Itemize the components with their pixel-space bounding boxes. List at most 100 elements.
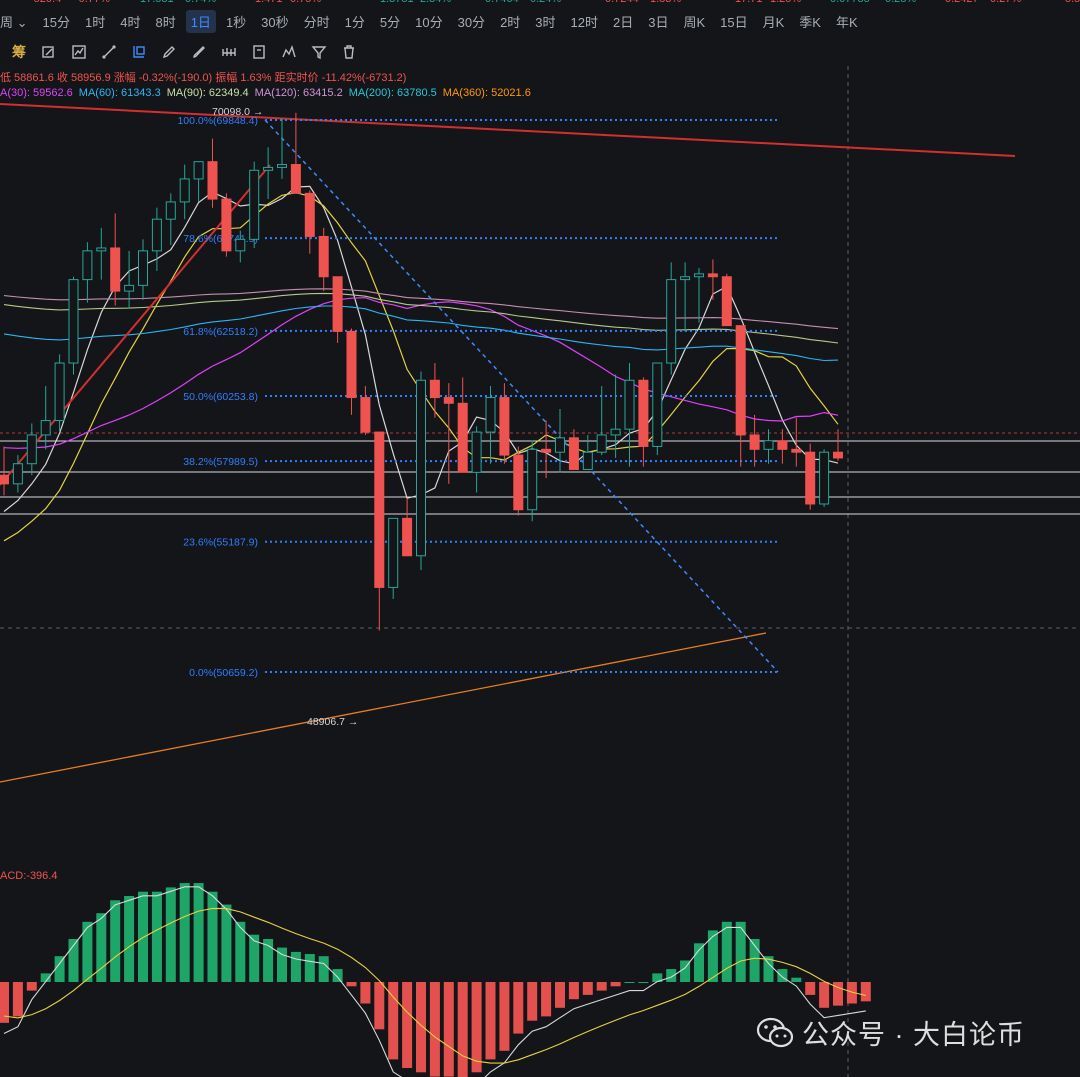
macd-bar <box>860 982 871 1002</box>
candle-body <box>568 437 579 470</box>
candle-body <box>735 325 746 436</box>
candle-body <box>151 218 162 252</box>
candle-body <box>707 273 718 278</box>
candle-body <box>541 448 552 453</box>
macd-bar <box>374 982 385 1030</box>
macd-bar <box>151 891 162 982</box>
macd-bar <box>193 883 204 982</box>
fib-level-label: 38.2%(57989.5) <box>183 456 258 468</box>
candle-body <box>318 235 329 278</box>
candle-body <box>582 451 593 470</box>
watermark-text: 公众号 · 大白论币 <box>802 1020 1025 1050</box>
candle-body <box>12 463 23 485</box>
candle-body <box>596 434 607 453</box>
high-price-label: 70098.0 → <box>212 106 263 118</box>
fib-level-label: 23.6%(55187.9) <box>183 537 258 549</box>
macd-bar <box>207 891 218 982</box>
macd-label: ACD:-396.4 <box>0 870 58 882</box>
macd-bar <box>429 982 440 1077</box>
candle-body <box>443 397 454 404</box>
candle-body <box>179 178 190 203</box>
macd-bar <box>485 982 496 1060</box>
candle-body <box>680 276 691 281</box>
candle-body <box>429 379 440 399</box>
ma-line-360 <box>0 632 767 783</box>
watermark: 公众号 · 大白论币 <box>756 1013 1025 1052</box>
fib-level-label: 61.8%(62518.2) <box>183 326 258 338</box>
candle-body <box>638 379 649 447</box>
fib-level-label: 50.0%(60253.8) <box>183 391 258 403</box>
candle-body <box>110 247 121 292</box>
candle-body <box>221 198 232 252</box>
candle-body <box>610 428 621 436</box>
macd-bar <box>332 969 343 982</box>
macd-bar <box>610 982 621 987</box>
candle-body <box>499 397 510 456</box>
candle-body <box>457 402 468 473</box>
macd-bar <box>777 969 788 982</box>
macd-bar <box>805 982 816 995</box>
candle-body <box>624 379 635 430</box>
macd-bar <box>346 982 357 987</box>
macd-bar <box>165 887 176 982</box>
macd-bar <box>499 982 510 1051</box>
macd-bar <box>582 982 593 995</box>
candle-body <box>360 397 371 433</box>
low-price-label: 48906.7 → <box>307 716 358 728</box>
macd-bar <box>596 982 607 991</box>
candle-body <box>652 362 663 447</box>
candle-body <box>249 169 260 240</box>
macd-bar <box>471 982 482 1073</box>
candle-body <box>749 434 760 450</box>
candle-body <box>124 284 135 292</box>
candle-body <box>0 474 9 485</box>
macd-bar <box>513 982 524 1034</box>
macd-bar <box>304 954 315 982</box>
macd-bar <box>819 982 830 1008</box>
candle-body <box>721 276 732 327</box>
candle-body <box>54 362 65 422</box>
candle-body <box>694 273 704 278</box>
candlestick-chart[interactable]: 100.0%(69848.4)78.6%(65741.9)61.8%(62518… <box>0 0 1080 1077</box>
candle-body <box>235 238 246 252</box>
candle-body <box>263 166 274 171</box>
candle-body <box>82 250 93 281</box>
candle-body <box>165 201 176 220</box>
candle-body <box>555 437 565 453</box>
macd-bar <box>12 982 23 1017</box>
candle-body <box>527 448 538 511</box>
candle-body <box>332 276 343 332</box>
macd-bar <box>443 982 454 1077</box>
macd-bar <box>541 982 552 1017</box>
fib-level-label: 0.0%(50659.2) <box>189 667 258 679</box>
macd-bar <box>527 982 538 1021</box>
macd-bar <box>638 982 649 983</box>
candle-body <box>819 451 830 505</box>
macd-bar <box>666 969 677 982</box>
macd-bar <box>694 943 704 982</box>
candle-body <box>138 250 148 286</box>
macd-bar <box>110 900 121 982</box>
candle-body <box>763 440 774 450</box>
macd-bar <box>179 883 190 982</box>
candle-body <box>26 434 37 465</box>
candle-body <box>485 397 496 433</box>
candle-body <box>68 279 79 364</box>
macd-bar <box>402 982 413 1068</box>
candle-body <box>304 192 315 237</box>
candle-body <box>388 517 399 588</box>
macd-bar <box>555 982 565 1008</box>
candle-body <box>416 379 426 557</box>
macd-bar <box>721 921 732 982</box>
macd-bar <box>624 982 635 983</box>
macd-bar <box>318 956 329 982</box>
candle-body <box>207 161 218 200</box>
macd-bar <box>82 921 93 982</box>
macd-bar <box>26 982 37 991</box>
candle-body <box>791 448 802 453</box>
candle-body <box>374 431 385 588</box>
trend-line-resistance <box>0 103 1016 157</box>
macd-bar <box>735 921 746 982</box>
candle-body <box>666 279 677 364</box>
macd-bar <box>707 930 718 982</box>
